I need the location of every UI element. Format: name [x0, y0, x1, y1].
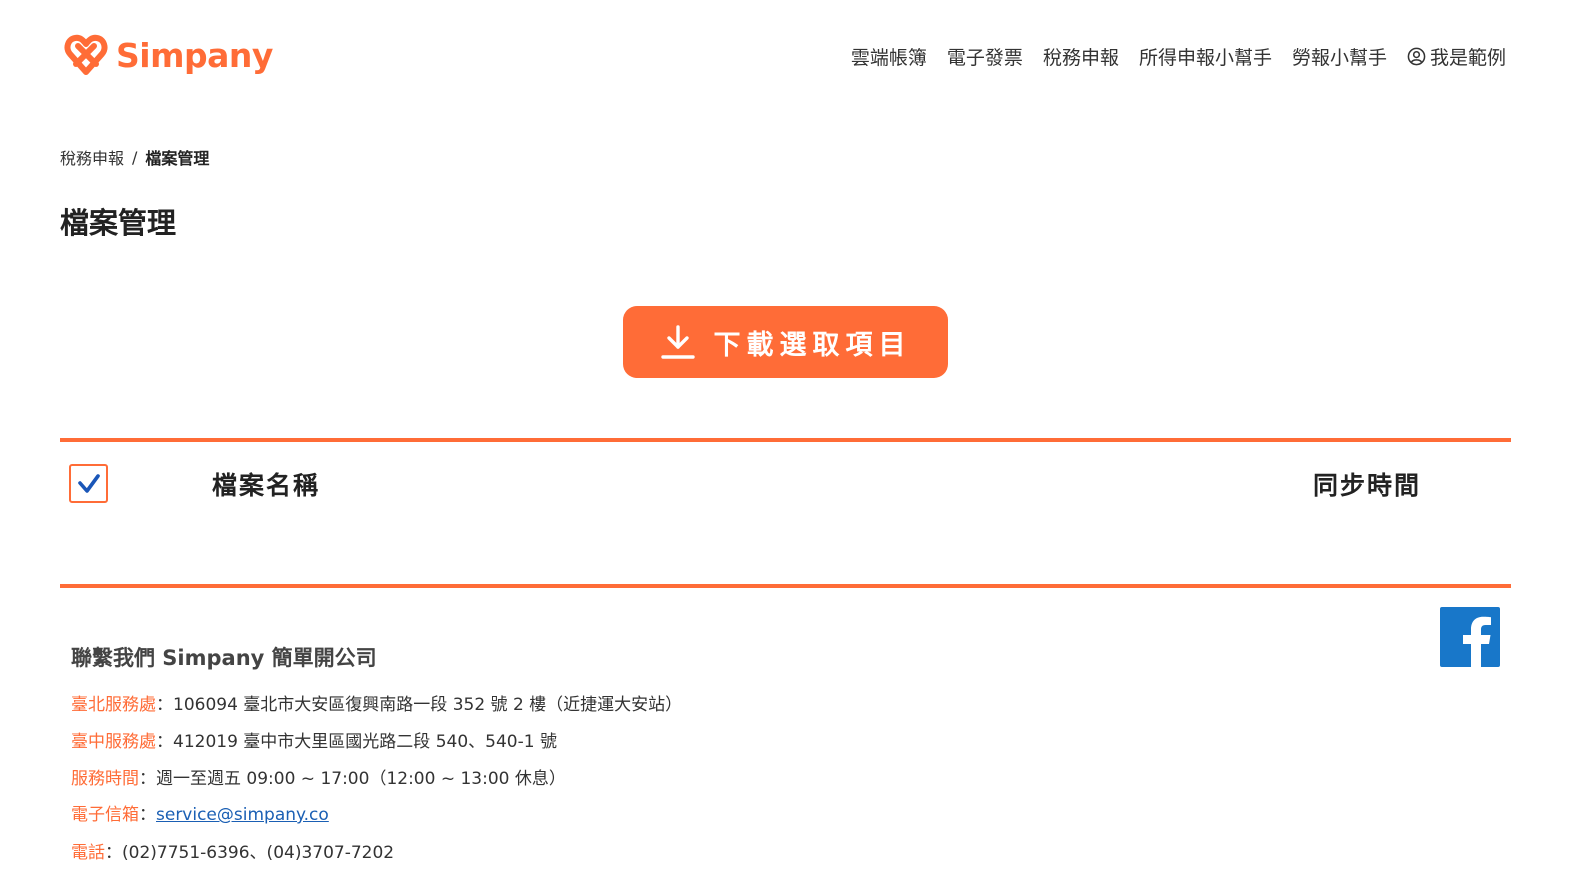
- phone-value: (02)7751-6396、(04)3707-7202: [122, 843, 395, 863]
- email-label: 電子信箱: [71, 805, 139, 825]
- page-title: 檔案管理: [60, 206, 177, 240]
- brand-name: Simpany: [116, 35, 273, 75]
- footer-email: 電子信箱：service@simpany.co: [71, 800, 329, 825]
- breadcrumb-current: 檔案管理: [145, 149, 210, 168]
- footer-phone: 電話：(02)7751-6396、(04)3707-7202: [71, 838, 394, 863]
- download-selected-label: 下載選取項目: [713, 329, 912, 361]
- breadcrumb-separator: /: [132, 147, 138, 167]
- checkmark-icon: [77, 473, 100, 493]
- top-nav: 雲端帳簿 電子發票 稅務申報 所得申報小幫手 勞報小幫手 我是範例: [851, 43, 1506, 70]
- email-link[interactable]: service@simpany.co: [156, 805, 329, 825]
- table-top-border: [60, 438, 1511, 442]
- taipei-office-address: 106094 臺北市大安區復興南路一段 352 號 2 樓（近捷運大安站）: [173, 695, 683, 715]
- brand-logo[interactable]: Simpany: [64, 34, 273, 76]
- nav-user-menu[interactable]: 我是範例: [1407, 43, 1506, 70]
- email-sep: ：: [139, 805, 156, 825]
- nav-e-invoice[interactable]: 電子發票: [947, 43, 1023, 70]
- column-header-sync-time[interactable]: 同步時間: [1313, 466, 1421, 502]
- taichung-office-address: 412019 臺中市大里區國光路二段 540、540-1 號: [173, 732, 557, 752]
- page: Simpany 雲端帳簿 電子發票 稅務申報 所得申報小幫手 勞報小幫手 我是範…: [0, 0, 1584, 884]
- service-hours-value: 週一至週五 09:00 ~ 17:00（12:00 ~ 13:00 休息）: [156, 769, 566, 789]
- simpany-logo-mark-icon: [64, 34, 108, 75]
- download-icon: [660, 325, 695, 359]
- footer-taipei-office: 臺北服務處：106094 臺北市大安區復興南路一段 352 號 2 樓（近捷運大…: [71, 690, 682, 715]
- nav-income-helper[interactable]: 所得申報小幫手: [1139, 43, 1272, 70]
- nav-cloud-ledger[interactable]: 雲端帳簿: [851, 43, 927, 70]
- facebook-icon[interactable]: [1440, 607, 1500, 667]
- service-hours-sep: ：: [139, 769, 156, 789]
- footer-service-hours: 服務時間：週一至週五 09:00 ~ 17:00（12:00 ~ 13:00 休…: [71, 764, 566, 789]
- select-all-checkbox[interactable]: [69, 464, 108, 503]
- nav-user-label: 我是範例: [1429, 47, 1506, 69]
- taipei-office-label: 臺北服務處: [71, 695, 156, 715]
- nav-labor-helper[interactable]: 勞報小幫手: [1292, 43, 1387, 70]
- table-bottom-border: [60, 584, 1511, 588]
- phone-sep: ：: [105, 843, 122, 863]
- taichung-office-label: 臺中服務處: [71, 732, 156, 752]
- nav-tax-filing[interactable]: 稅務申報: [1043, 43, 1119, 70]
- service-hours-label: 服務時間: [71, 769, 139, 789]
- breadcrumb: 稅務申報 / 檔案管理: [60, 145, 209, 169]
- download-selected-button[interactable]: 下載選取項目: [623, 306, 948, 378]
- footer-contact-title: 聯繫我們 Simpany 簡單開公司: [71, 646, 377, 670]
- user-circle-icon: [1407, 47, 1426, 66]
- footer-taichung-office: 臺中服務處：412019 臺中市大里區國光路二段 540、540-1 號: [71, 727, 557, 752]
- taichung-office-sep: ：: [156, 732, 173, 752]
- taipei-office-sep: ：: [156, 695, 173, 715]
- phone-label: 電話: [71, 843, 105, 863]
- column-header-file-name[interactable]: 檔案名稱: [212, 466, 320, 502]
- breadcrumb-parent[interactable]: 稅務申報: [60, 145, 124, 169]
